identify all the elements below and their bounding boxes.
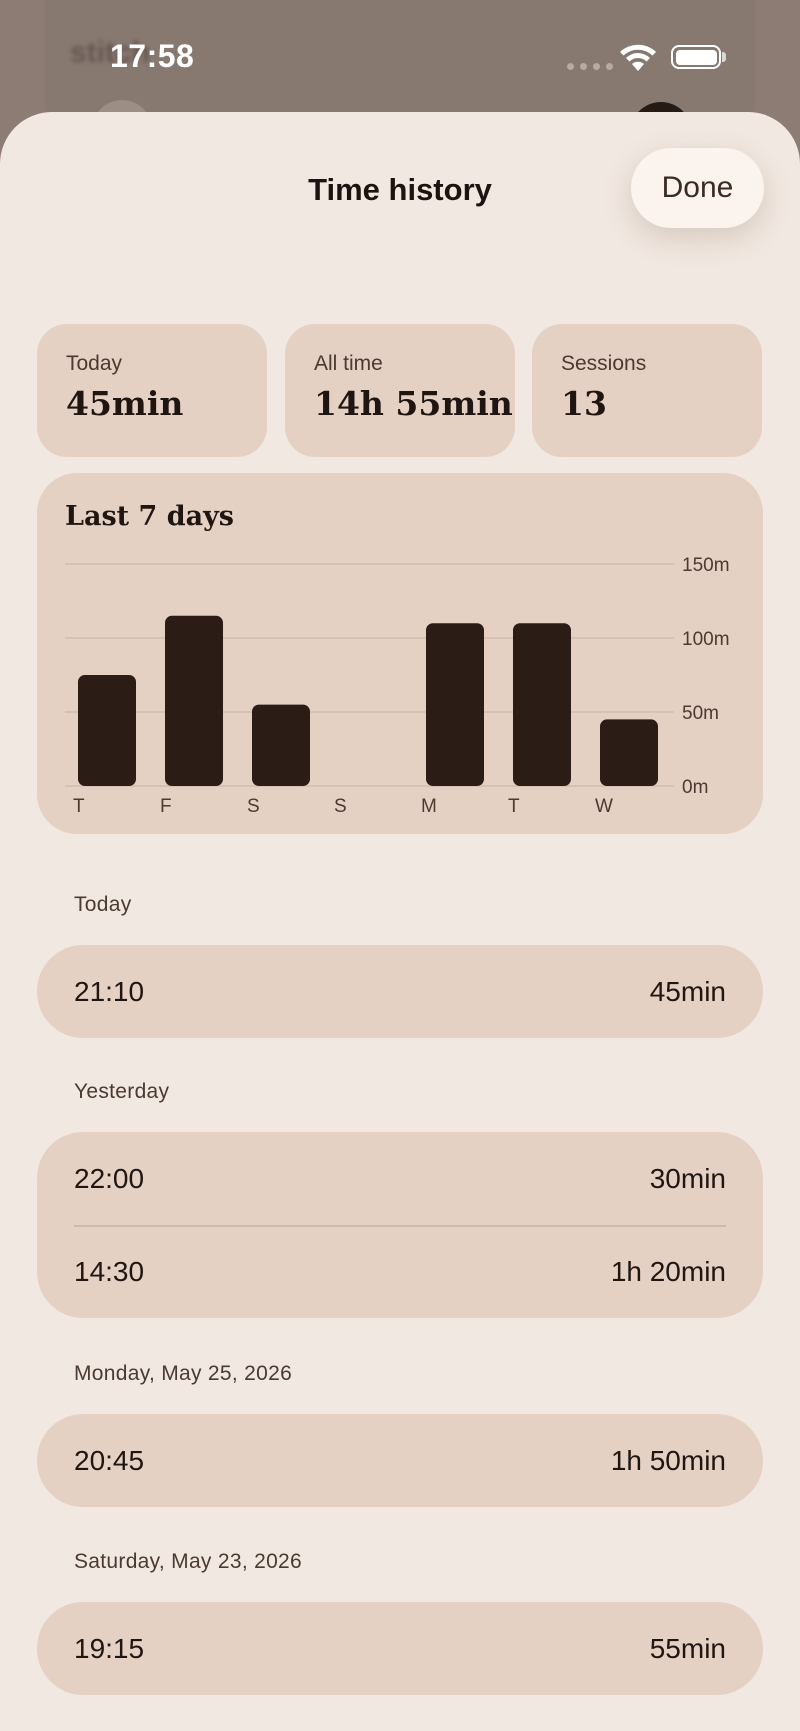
x-tick-label: T xyxy=(73,796,85,817)
session-duration: 1h 50min xyxy=(610,1444,726,1476)
session-start-time: 20:45 xyxy=(74,1444,145,1476)
session-start-time: 19:15 xyxy=(74,1632,145,1664)
chart-bar xyxy=(600,719,658,786)
session-duration: 1h 20min xyxy=(610,1255,726,1287)
session-row[interactable]: 21:10 45min xyxy=(37,945,763,1038)
session-row[interactable]: 20:45 1h 50min xyxy=(37,1414,763,1507)
session-group: 22:00 30min 14:30 1h 20min xyxy=(37,1132,763,1318)
status-bar-time: 17:58 xyxy=(110,38,195,74)
section-header: Monday, May 25, 2026 xyxy=(74,1362,293,1385)
session-start-time: 21:10 xyxy=(74,975,145,1007)
stat-value: 45min xyxy=(66,384,184,423)
y-tick-label: 100m xyxy=(682,629,730,650)
stat-label: Sessions xyxy=(561,352,647,375)
battery-cap xyxy=(722,52,726,62)
x-tick-label: S xyxy=(334,796,347,817)
y-tick-label: 150m xyxy=(682,555,730,576)
stat-value: 14h 55min xyxy=(314,384,513,423)
battery-icon xyxy=(671,45,721,69)
cellular-signal-icon xyxy=(567,63,613,70)
weekly-chart-card: 0m 50m 100m 150m T F S S M T W Last 7 days xyxy=(37,473,763,834)
session-start-time: 14:30 xyxy=(74,1255,145,1287)
time-history-sheet: Time history Done Today 45min All time 1… xyxy=(0,112,800,1731)
stat-label: All time xyxy=(314,352,383,375)
x-tick-label: T xyxy=(508,796,520,817)
session-row[interactable]: 22:00 30min xyxy=(37,1132,763,1225)
chart-bar xyxy=(513,623,571,786)
session-row[interactable]: 19:15 55min xyxy=(37,1602,763,1695)
session-group: 19:15 55min xyxy=(37,1602,763,1695)
session-duration: 55min xyxy=(649,1632,726,1664)
y-tick-label: 0m xyxy=(682,777,708,798)
session-duration: 45min xyxy=(649,975,726,1007)
chart-bar xyxy=(426,623,484,786)
wifi-icon xyxy=(620,44,656,71)
chart-bar xyxy=(165,615,223,786)
stat-card-today: Today 45min xyxy=(37,324,267,457)
x-tick-label: F xyxy=(160,796,172,817)
x-tick-label: W xyxy=(595,796,613,817)
done-button[interactable]: Done xyxy=(631,148,764,228)
section-header: Yesterday xyxy=(74,1080,170,1103)
chart-title: Last 7 days xyxy=(65,501,235,532)
section-header: Saturday, May 23, 2026 xyxy=(74,1550,303,1573)
chart-bar xyxy=(252,704,310,786)
x-tick-label: M xyxy=(421,796,437,817)
session-group: 20:45 1h 50min xyxy=(37,1414,763,1507)
session-group: 21:10 45min xyxy=(37,945,763,1038)
x-tick-label: S xyxy=(247,796,260,817)
stat-card-all-time: All time 14h 55min xyxy=(285,324,515,457)
y-tick-label: 50m xyxy=(682,703,719,724)
section-header: Today xyxy=(74,893,132,916)
stat-card-sessions: Sessions 13 xyxy=(532,324,762,457)
stat-label: Today xyxy=(66,352,123,375)
stat-value: 13 xyxy=(561,384,607,423)
chart-bar xyxy=(78,675,136,786)
session-start-time: 22:00 xyxy=(74,1162,145,1194)
session-row[interactable]: 14:30 1h 20min xyxy=(37,1225,763,1318)
session-duration: 30min xyxy=(649,1162,726,1194)
